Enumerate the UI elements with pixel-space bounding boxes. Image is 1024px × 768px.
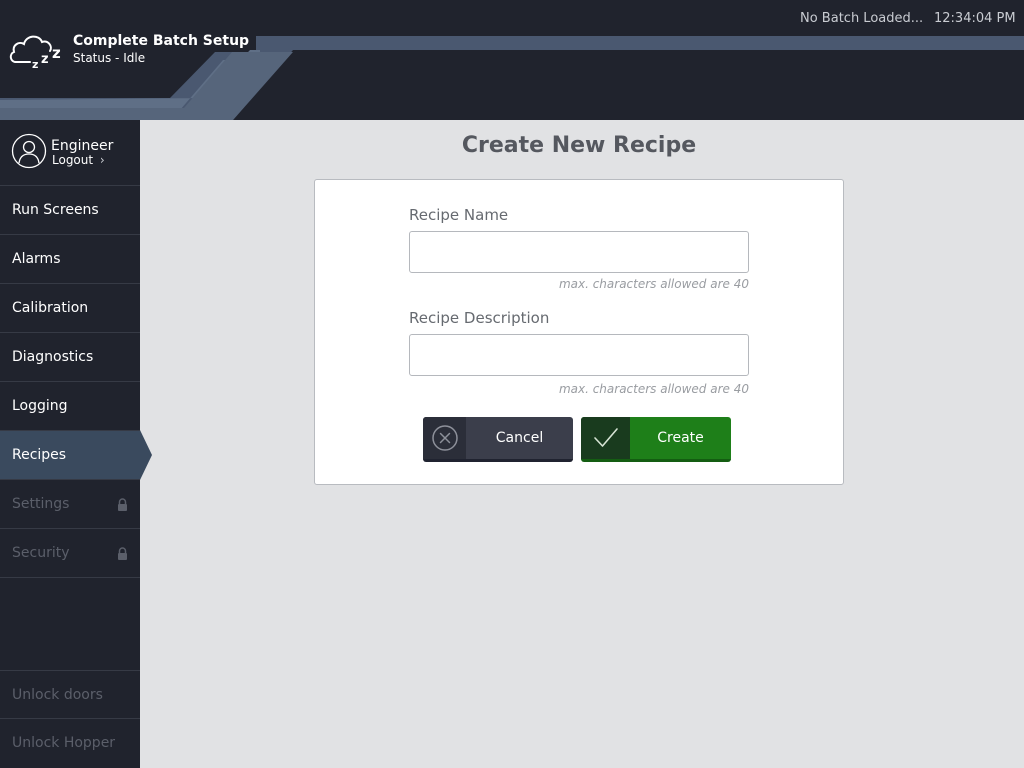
batch-status: No Batch Loaded... [800,11,924,26]
sidebar-item-label: Diagnostics [12,349,94,365]
sidebar: Engineer Logout › Run Screens Alarms Cal… [0,120,140,768]
sidebar-item-label: Settings [12,496,70,512]
sidebar-item-recipes[interactable]: Recipes [0,431,140,480]
sleeping-cloud-icon: z z z [9,35,61,71]
sidebar-item-run-screens[interactable]: Run Screens [0,186,140,235]
sidebar-item-security: Security [0,529,140,578]
sidebar-item-label: Alarms [12,251,61,267]
sidebar-item-label: Calibration [12,300,89,316]
cancel-button[interactable]: Cancel [423,417,573,462]
lock-icon [118,498,127,511]
recipe-description-input[interactable] [409,334,749,376]
logout-label: Logout [52,153,94,167]
unlock-hopper-button: Unlock Hopper [0,719,140,768]
sidebar-item-label: Logging [12,398,68,414]
cancel-icon-area [423,417,466,459]
sidebar-item-diagnostics[interactable]: Diagnostics [0,333,140,382]
create-icon-area [581,417,630,459]
create-recipe-form: Recipe Name max. characters allowed are … [314,179,844,485]
sidebar-item-label: Recipes [12,447,67,463]
recipe-name-input[interactable] [409,231,749,273]
create-button-label: Create [657,430,704,446]
checkmark-icon [593,428,618,447]
logout-link[interactable]: Logout › [52,153,105,167]
close-circle-icon [431,425,458,451]
user-avatar-icon [11,133,47,169]
cancel-button-label: Cancel [495,430,544,446]
unlock-doors-button: Unlock doors [0,670,140,719]
create-button[interactable]: Create [581,417,731,462]
sidebar-item-label: Unlock Hopper [12,735,116,751]
user-name: Engineer [51,138,114,154]
clock: 12:34:04 PM [934,11,1016,26]
sidebar-item-logging[interactable]: Logging [0,382,140,431]
sidebar-item-label: Unlock doors [12,687,103,703]
sidebar-item-label: Security [12,545,70,561]
sidebar-item-alarms[interactable]: Alarms [0,235,140,284]
sidebar-item-calibration[interactable]: Calibration [0,284,140,333]
svg-text:z: z [41,52,49,67]
recipe-name-label: Recipe Name [409,206,509,224]
app-title: Complete Batch Setup [73,33,250,49]
recipe-description-hint: max. characters allowed are 40 [558,382,749,396]
recipe-description-label: Recipe Description [409,309,550,327]
lock-icon [118,547,127,560]
chevron-right-icon: › [99,153,105,167]
svg-text:z: z [52,44,61,62]
recipe-name-hint: max. characters allowed are 40 [558,277,749,291]
svg-text:z: z [32,58,38,71]
app-header: z z z Complete Batch Setup Status - Idle… [0,0,1024,120]
sidebar-item-label: Run Screens [12,202,99,218]
page-title: Create New Recipe [461,133,697,158]
user-panel: Engineer Logout › [0,120,140,186]
active-nav-indicator [140,430,152,480]
app-status: Status - Idle [73,51,146,65]
sidebar-item-settings: Settings [0,480,140,529]
